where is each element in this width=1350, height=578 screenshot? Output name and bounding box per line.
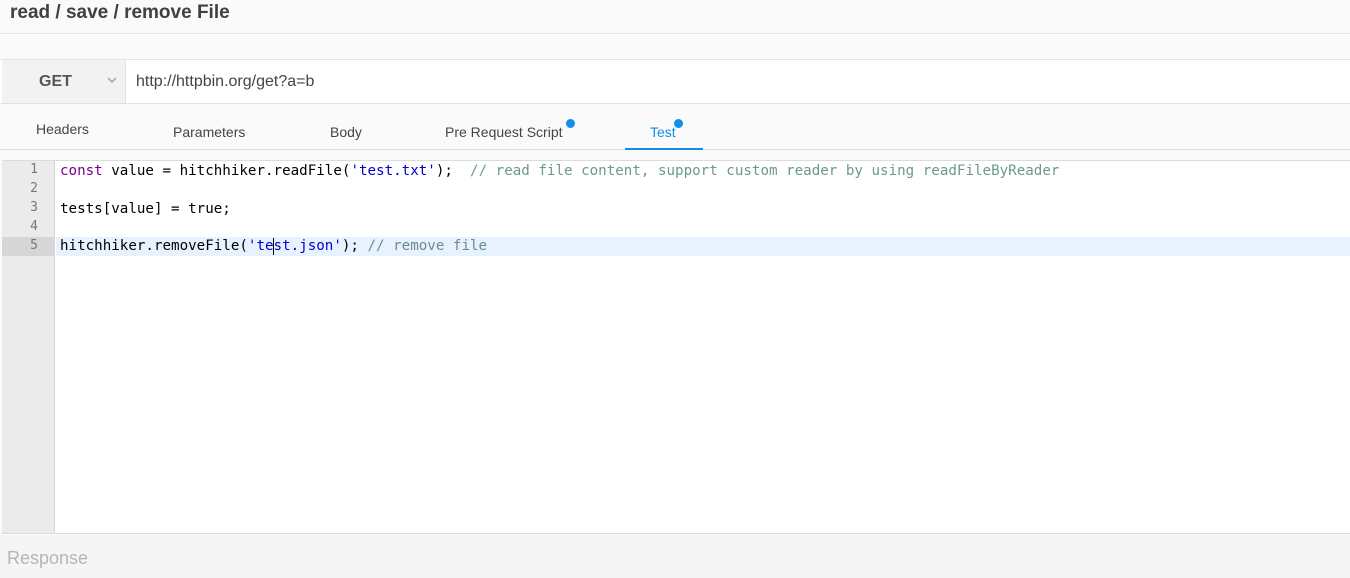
code-editor[interactable]: 1 2 3 4 5 const value = hitchhiker.readF… bbox=[2, 160, 1350, 534]
code-text: ); bbox=[341, 238, 368, 254]
tab-label: Pre Request Script bbox=[445, 124, 563, 140]
response-label: Response bbox=[7, 548, 89, 568]
tab-badge-dot bbox=[674, 119, 683, 128]
tab-test[interactable]: Test bbox=[650, 104, 690, 150]
code-line-active: hitchhiker.removeFile('test.json'); // r… bbox=[56, 237, 1350, 256]
code-text: tests[value] = true; bbox=[60, 201, 231, 217]
code-line: tests[value] = true; bbox=[56, 200, 1350, 219]
page-title: read / save / remove File bbox=[10, 2, 230, 23]
request-bar: GET bbox=[0, 59, 1350, 104]
tab-parameters[interactable]: Parameters bbox=[173, 104, 253, 150]
code-line: const value = hitchhiker.readFile('test.… bbox=[56, 162, 1350, 181]
line-number: 1 bbox=[30, 162, 38, 177]
tabs-bar: Headers Parameters Body Pre Request Scri… bbox=[0, 104, 1350, 150]
line-gutter: 1 2 3 4 5 bbox=[2, 161, 55, 533]
line-number: 4 bbox=[30, 219, 38, 234]
tab-pre-request-script[interactable]: Pre Request Script bbox=[445, 104, 580, 150]
title-bar: read / save / remove File bbox=[0, 0, 1350, 34]
line-number: 2 bbox=[30, 181, 38, 196]
active-tab-indicator bbox=[625, 148, 703, 150]
chevron-down-icon bbox=[107, 77, 117, 83]
tab-body[interactable]: Body bbox=[330, 104, 370, 150]
line-number: 5 bbox=[30, 238, 38, 253]
tab-label: Body bbox=[330, 124, 362, 140]
code-string: 'te bbox=[247, 238, 274, 254]
method-select[interactable]: GET bbox=[2, 60, 126, 103]
code-text: hitchhiker.removeFile( bbox=[60, 238, 248, 254]
code-comment: // read file content, support custom rea… bbox=[470, 163, 1060, 179]
tab-label: Parameters bbox=[173, 124, 246, 140]
response-panel[interactable]: Response bbox=[0, 535, 1350, 578]
code-string: 'test.txt' bbox=[350, 163, 436, 179]
tab-headers[interactable]: Headers bbox=[36, 104, 96, 150]
method-label: GET bbox=[39, 73, 72, 90]
code-string: st.json' bbox=[273, 238, 342, 254]
code-keyword: const bbox=[60, 163, 103, 179]
code-text: value = hitchhiker.readFile( bbox=[102, 163, 351, 179]
tab-badge-dot bbox=[566, 119, 575, 128]
line-number: 3 bbox=[30, 200, 38, 215]
url-input[interactable] bbox=[127, 60, 1350, 103]
code-comment: // remove file bbox=[367, 238, 488, 254]
code-area[interactable]: const value = hitchhiker.readFile('test.… bbox=[56, 161, 1350, 533]
tab-label: Headers bbox=[36, 121, 89, 137]
code-text: ); bbox=[435, 163, 471, 179]
tab-label: Test bbox=[650, 124, 676, 140]
